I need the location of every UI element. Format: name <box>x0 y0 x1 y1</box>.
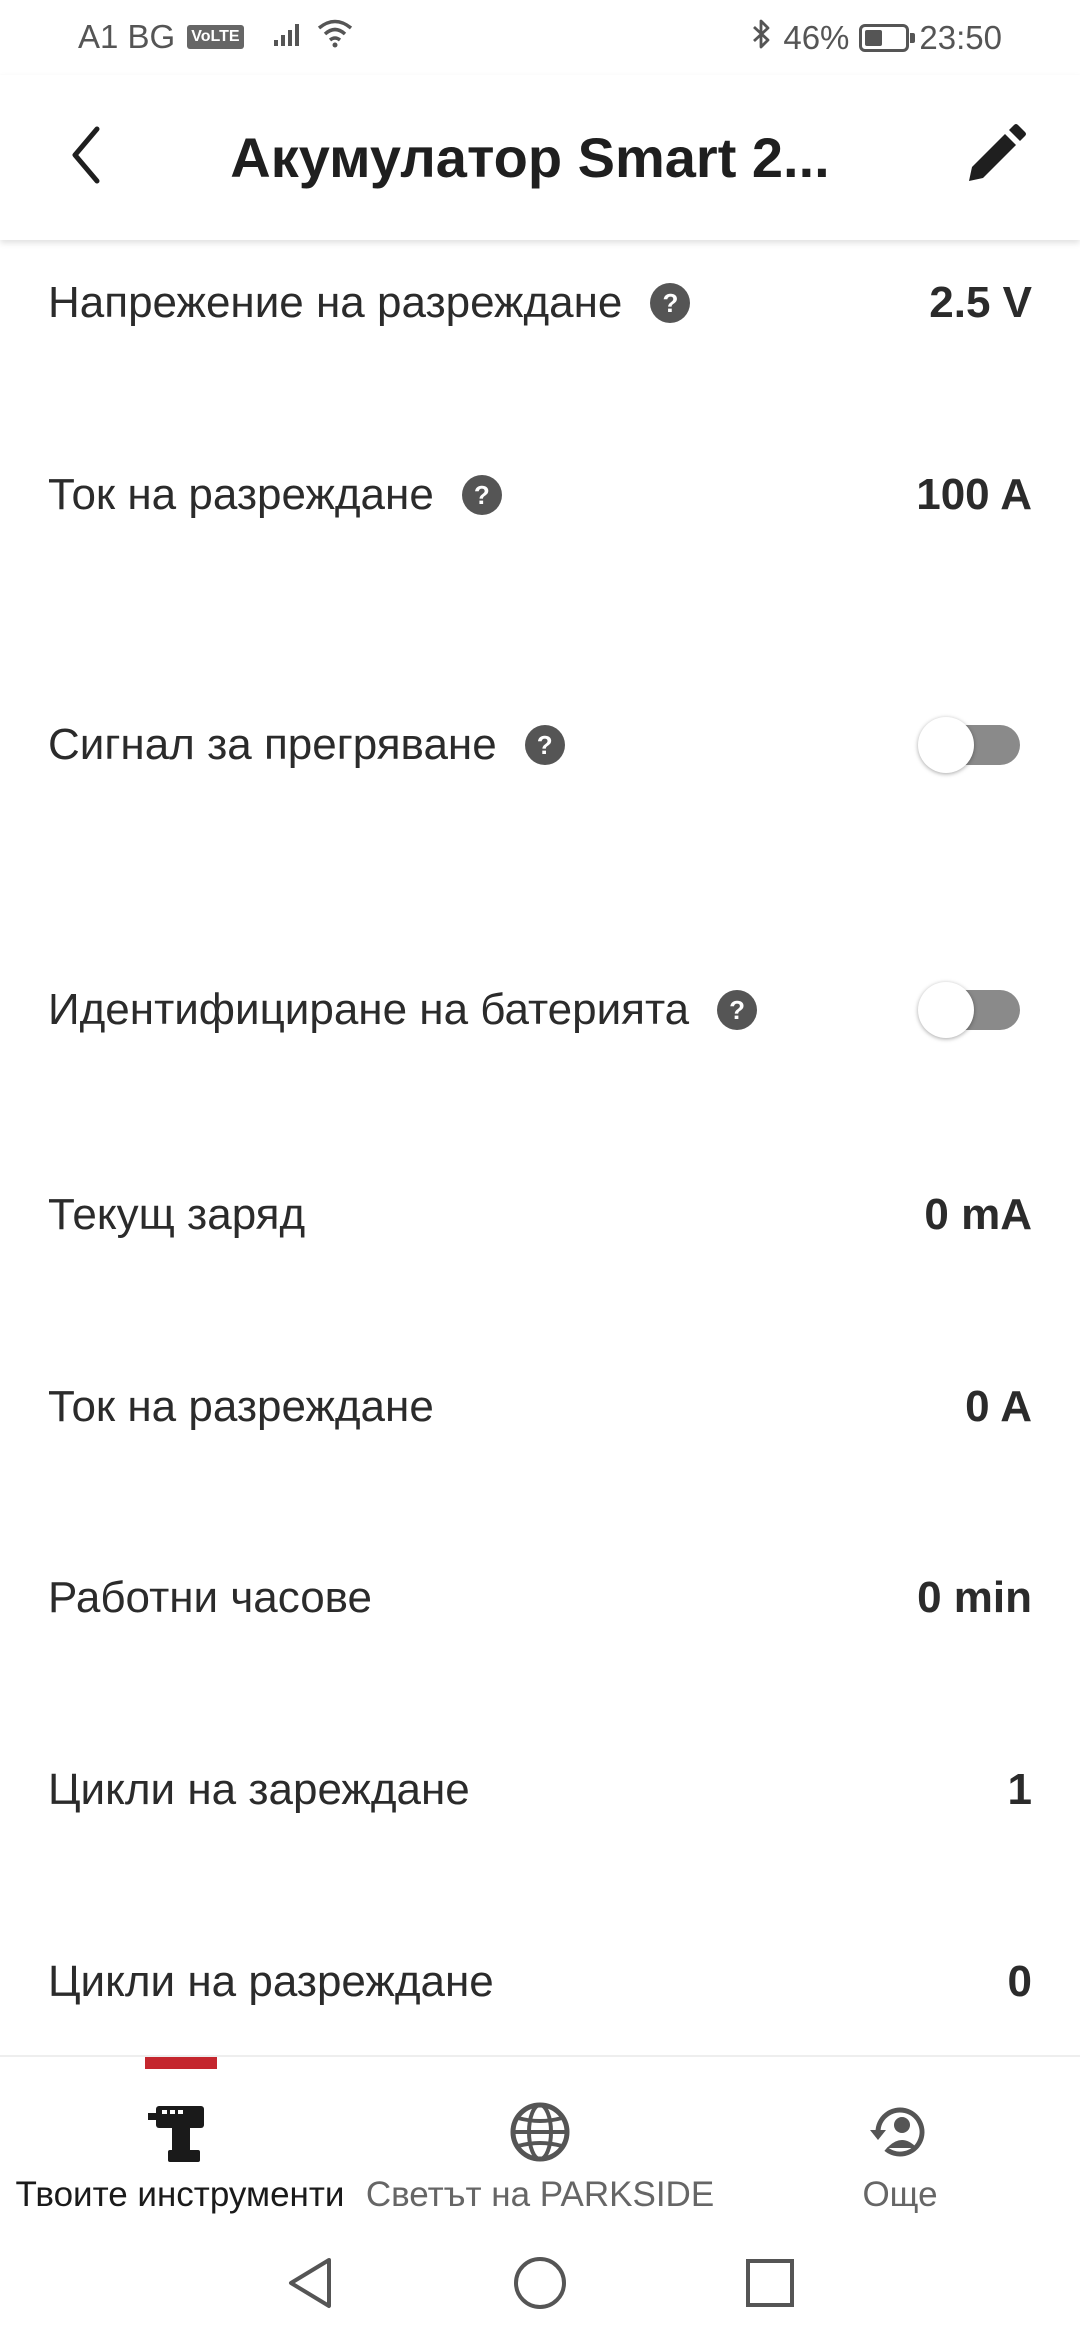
row-value: 100 A <box>916 470 1032 519</box>
row-label: Идентифициране на батерията <box>48 985 690 1034</box>
row-label: Ток на разреждане <box>48 470 434 519</box>
row-value: 0 mA <box>924 1190 1032 1239</box>
row-discharge-current: Ток на разреждане ? 100 A <box>48 445 1032 545</box>
wifi-icon <box>316 18 354 56</box>
row-label: Ток на разреждане <box>48 1382 434 1431</box>
row-value: 0 min <box>917 1573 1032 1622</box>
nav-tab-parkside-world[interactable]: Светът на PARKSIDE <box>360 2057 720 2227</box>
bluetooth-icon <box>751 18 773 58</box>
app-bar: Акумулатор Smart 2... <box>0 75 1080 240</box>
bottom-nav: Твоите инструменти Светът на PARKSIDE Ощ… <box>0 2055 1080 2227</box>
system-back-button[interactable] <box>280 2253 340 2313</box>
battery-icon <box>859 24 916 52</box>
help-icon[interactable]: ? <box>524 725 565 765</box>
battery-details-list[interactable]: Напрежение на разреждане ? 2.5 V Ток на … <box>0 240 1080 2055</box>
battery-percent: 46% <box>783 19 850 56</box>
carrier-label: A1 BG <box>78 18 176 55</box>
row-value: 2.5 V <box>929 278 1032 327</box>
row-label: Цикли на разреждане <box>48 1957 494 2006</box>
system-recents-button[interactable] <box>740 2253 800 2313</box>
page-title: Акумулатор Smart 2... <box>230 126 830 189</box>
status-bar: A1 BG VoLTE 46% 23:50 <box>0 0 1080 75</box>
row-current-charge: Текущ заряд 0 mA <box>48 1165 1032 1265</box>
chevron-left-icon <box>72 126 100 184</box>
back-button[interactable] <box>50 115 120 195</box>
row-discharge-current-live: Ток на разреждане 0 A <box>48 1357 1032 1457</box>
nav-tab-your-tools[interactable]: Твоите инструменти <box>0 2057 360 2227</box>
row-label: Работни часове <box>48 1573 373 1622</box>
triangle-back-icon <box>289 2258 331 2308</box>
clock: 23:50 <box>919 19 1002 56</box>
system-home-button[interactable] <box>510 2253 570 2313</box>
drill-icon <box>145 2097 215 2167</box>
row-label: Цикли на зареждане <box>48 1765 470 1814</box>
row-battery-identification: Идентифициране на батерията ? <box>48 960 1032 1060</box>
battery-identification-toggle[interactable] <box>918 980 1022 1040</box>
nav-label: Светът на PARKSIDE <box>365 2175 715 2214</box>
row-label: Текущ заряд <box>48 1190 306 1239</box>
row-label: Напрежение на разреждане <box>48 278 623 327</box>
nav-tab-more[interactable]: Още <box>720 2057 1080 2227</box>
row-charge-cycles: Цикли на зареждане 1 <box>48 1740 1032 1840</box>
row-value: 0 A <box>965 1382 1032 1431</box>
signal-icon <box>272 18 306 56</box>
circle-home-icon <box>514 2257 566 2309</box>
help-icon[interactable]: ? <box>461 475 502 515</box>
row-overheat-signal: Сигнал за прегряване ? <box>48 695 1032 795</box>
account-refresh-icon <box>865 2097 935 2167</box>
edit-button[interactable] <box>955 115 1035 195</box>
status-left: A1 BG VoLTE <box>78 18 354 56</box>
volte-badge: VoLTE <box>187 25 244 49</box>
row-operating-hours: Работни часове 0 min <box>48 1548 1032 1648</box>
help-icon[interactable]: ? <box>650 283 691 323</box>
pencil-icon <box>969 124 1026 181</box>
active-tab-indicator <box>145 2057 217 2069</box>
overheat-signal-toggle[interactable] <box>918 715 1022 775</box>
row-discharge-cycles: Цикли на разреждане 0 <box>48 1932 1032 2032</box>
row-value: 0 <box>1007 1957 1032 2006</box>
help-icon[interactable]: ? <box>717 990 758 1030</box>
row-value: 1 <box>1007 1765 1032 1814</box>
nav-label: Още <box>862 2175 938 2214</box>
system-nav-bar <box>0 2225 1080 2340</box>
status-right: 46% 23:50 <box>751 18 1002 58</box>
nav-label: Твоите инструменти <box>15 2175 345 2214</box>
globe-icon <box>505 2097 575 2167</box>
row-discharge-voltage: Напрежение на разреждане ? 2.5 V <box>48 253 1032 353</box>
row-label: Сигнал за прегряване <box>48 720 497 769</box>
square-recents-icon <box>746 2259 794 2307</box>
